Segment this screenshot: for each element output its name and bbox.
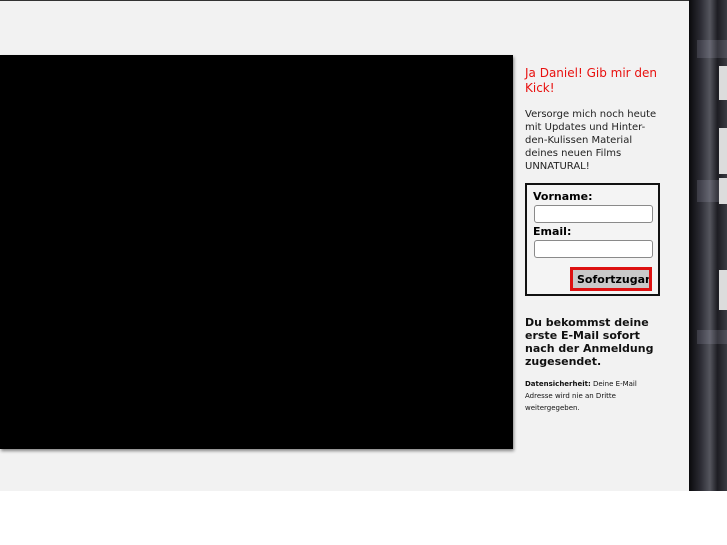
signup-sidebar: Ja Daniel! Gib mir den Kick! Versorge mi… — [525, 66, 667, 412]
first-name-input[interactable] — [534, 205, 653, 223]
strip-streak — [697, 330, 727, 344]
strip-panel — [719, 270, 727, 310]
strip-panel — [719, 66, 727, 100]
strip-panel — [719, 178, 727, 204]
instant-access-button[interactable]: Sofortzugang — [570, 267, 652, 291]
privacy-label: Datensicherheit: — [525, 380, 591, 388]
signup-form: Vorname: Email: Sofortzugang — [525, 183, 660, 296]
confirmation-text: Du bekommst deine erste E-Mail sofort na… — [525, 316, 654, 368]
strip-streak — [697, 40, 727, 58]
privacy-note: Datensicherheit: Deine E-Mail Adresse wi… — [525, 378, 663, 414]
background-image-strip — [689, 0, 727, 491]
strip-panel — [719, 128, 727, 174]
signup-headline: Ja Daniel! Gib mir den Kick! — [525, 66, 658, 95]
main-content: Ja Daniel! Gib mir den Kick! Versorge mi… — [0, 1, 689, 491]
first-name-label: Vorname: — [533, 190, 593, 203]
email-label: Email: — [533, 225, 572, 238]
signup-intro: Versorge mich noch heute mit Updates und… — [525, 109, 657, 172]
email-input[interactable] — [534, 240, 653, 258]
video-player[interactable] — [0, 55, 513, 449]
landing-page: Ja Daniel! Gib mir den Kick! Versorge mi… — [0, 0, 727, 545]
